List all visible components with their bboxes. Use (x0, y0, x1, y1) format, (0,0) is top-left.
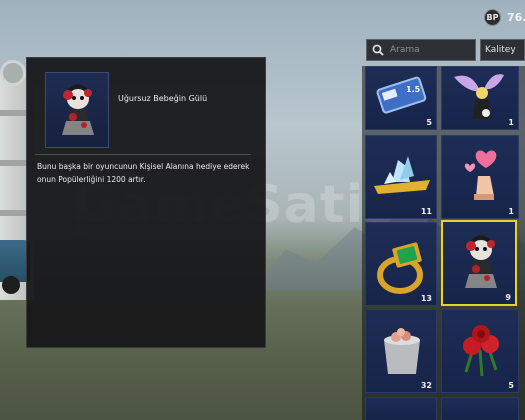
inventory-slot[interactable]: 32 (365, 309, 437, 393)
search-input[interactable] (390, 45, 470, 55)
inventory-slot[interactable]: 13 (365, 222, 437, 306)
exp-card-label: 1.5 (406, 85, 421, 94)
divider (35, 154, 251, 155)
inventory-slot[interactable] (441, 397, 519, 420)
item-count: 13 (420, 294, 432, 303)
quality-filter-button[interactable]: Kalitey (480, 39, 525, 61)
item-count: 1 (508, 207, 514, 216)
item-count: 5 (508, 381, 514, 390)
item-count: 9 (505, 293, 511, 302)
vehicle-wheel (2, 276, 20, 294)
search-box[interactable] (366, 39, 476, 61)
inventory-slot[interactable]: 11 (365, 135, 437, 219)
currency-display: BP 76.7 (484, 6, 525, 28)
doll-rose-icon (45, 72, 109, 148)
item-detail-panel: Uğursuz Bebeğin Gülü Bunu başka bir oyun… (26, 57, 266, 348)
satellite-dish (0, 60, 26, 86)
inventory-slot[interactable]: 1.5 5 (365, 66, 437, 130)
inventory-slot[interactable] (365, 397, 437, 420)
bp-icon: BP (484, 8, 501, 26)
item-count: 5 (426, 118, 432, 127)
search-icon (372, 44, 384, 56)
item-title: Uğursuz Bebeğin Gülü (118, 94, 208, 103)
item-description: Bunu başka bir oyuncunun Kişisel Alanına… (37, 162, 250, 184)
item-count: 11 (420, 207, 432, 216)
item-count: 32 (420, 381, 432, 390)
inventory-slot-selected[interactable]: 9 (441, 220, 517, 306)
inventory-slot[interactable]: 1 (441, 66, 519, 130)
bp-value: 76.7 (507, 10, 525, 24)
inventory-slot[interactable]: 5 (441, 309, 519, 393)
inventory-slot[interactable]: 1 (441, 135, 519, 219)
item-count: 1 (508, 118, 514, 127)
